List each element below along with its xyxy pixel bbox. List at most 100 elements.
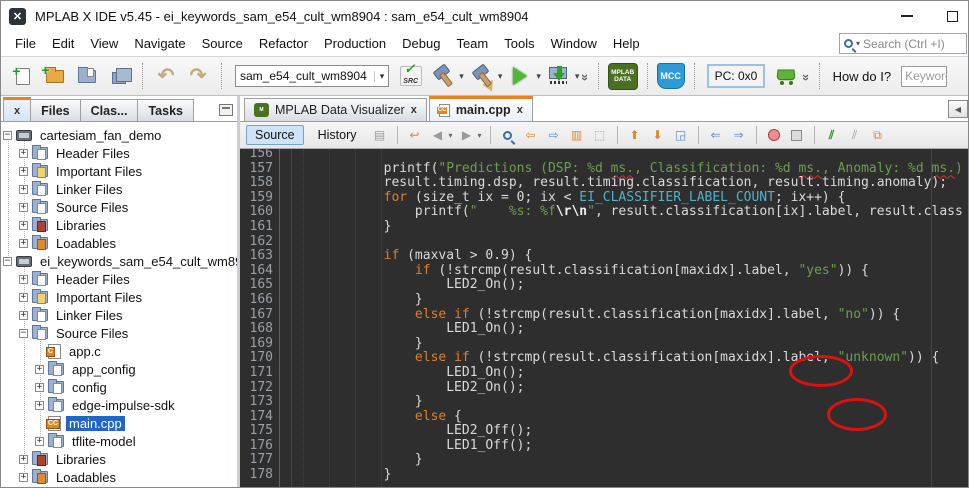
redo-button[interactable]: ↷ (184, 62, 212, 90)
start-macro-recording-icon[interactable] (765, 126, 783, 144)
tree-item-label[interactable]: app.c (66, 344, 104, 359)
next-bookmark-icon[interactable]: ⬇ (649, 126, 667, 144)
find-icon[interactable] (499, 126, 517, 144)
tree-item-cartesiam-fan-demo[interactable]: −cartesiam_fan_demo (1, 126, 237, 144)
menu-production[interactable]: Production (316, 33, 394, 54)
toggle-bookmark-icon[interactable]: ◲ (672, 126, 690, 144)
editor-tab-main-cpp[interactable]: main.cppx (429, 96, 533, 121)
tree-expander-icon[interactable]: + (19, 311, 28, 320)
tree-expander-icon[interactable]: + (35, 401, 44, 410)
tree-item-header-files[interactable]: + Header Files (1, 270, 237, 288)
tree-item-label[interactable]: Loadables (53, 236, 119, 251)
mplab-data-visualizer-badge[interactable]: MPLAB DATA (608, 63, 638, 90)
tree-item-label[interactable]: Linker Files (53, 308, 125, 323)
find-next-icon[interactable]: ⇨ (545, 126, 563, 144)
tree-item-label[interactable]: Header Files (53, 272, 133, 287)
toolbar-overflow-chevrons[interactable]: » (579, 73, 594, 78)
close-icon[interactable]: x (14, 105, 20, 117)
how-do-i-input[interactable]: Keyword (901, 66, 947, 87)
shift-left-icon[interactable]: ⇐ (707, 126, 725, 144)
comment-icon[interactable]: ⫽ (823, 126, 841, 144)
menu-view[interactable]: View (82, 33, 126, 54)
tree-expander-icon[interactable]: + (19, 221, 28, 230)
tree-item-label[interactable]: ei_keywords_sam_e54_cult_wm8904 (37, 254, 237, 269)
menu-source[interactable]: Source (194, 33, 251, 54)
tree-item-important-files[interactable]: + Important Files (1, 288, 237, 306)
code-editor[interactable]: 1561571581591601611621631641651661671681… (240, 149, 969, 488)
tab-files[interactable]: Files (30, 99, 81, 121)
glyph-gutter[interactable] (281, 149, 292, 488)
tree-item-label[interactable]: tflite-model (69, 434, 139, 449)
tree-item-label[interactable]: Important Files (53, 164, 145, 179)
tree-item-main-cpp[interactable]: +main.cpp (1, 414, 237, 432)
tree-item-tflite-model[interactable]: +tflite-model (1, 432, 237, 450)
tree-item-label[interactable]: cartesiam_fan_demo (37, 128, 164, 143)
chevron-down-icon[interactable]: ▾ (449, 131, 453, 140)
tree-expander-icon[interactable]: − (3, 257, 12, 266)
project-configuration-combobox[interactable]: sam_e54_cult_wm8904 ▾ (235, 65, 389, 87)
new-project-button[interactable]: + (41, 62, 69, 90)
line-number-gutter[interactable]: 1561571581591601611621631641651661671681… (240, 149, 280, 488)
source-check-button[interactable]: ✓SRC (397, 62, 425, 90)
tree-item-label[interactable]: Libraries (53, 452, 109, 467)
shift-right-icon[interactable]: ⇒ (730, 126, 748, 144)
minimize-button[interactable] (901, 15, 913, 17)
tree-item-label[interactable]: Header Files (53, 146, 133, 161)
menu-team[interactable]: Team (448, 33, 496, 54)
tree-item-label[interactable]: main.cpp (66, 416, 125, 431)
tree-item-app-c[interactable]: +app.c (1, 342, 237, 360)
chevron-down-icon[interactable]: ▾ (498, 71, 503, 82)
new-file-button[interactable]: + (9, 62, 37, 90)
tree-item-header-files[interactable]: + Header Files (1, 144, 237, 162)
chevron-down-icon[interactable]: ▾ (536, 71, 541, 82)
tree-item-label[interactable]: Important Files (53, 290, 145, 305)
tree-item-label[interactable]: Source Files (53, 326, 131, 341)
tree-expander-icon[interactable]: + (19, 185, 28, 194)
find-previous-icon[interactable]: ⇦ (522, 126, 540, 144)
previous-bookmark-icon[interactable]: ⬆ (626, 126, 644, 144)
chevron-down-icon[interactable]: ▾ (478, 131, 482, 140)
chevron-down-icon[interactable]: ▾ (459, 71, 464, 82)
menu-file[interactable]: File (7, 33, 44, 54)
clean-and-build-button[interactable] (468, 62, 496, 90)
menu-debug[interactable]: Debug (394, 33, 448, 54)
menu-tools[interactable]: Tools (496, 33, 542, 54)
stop-macro-recording-icon[interactable] (788, 126, 806, 144)
editor-tab-mplab-data-visualizer[interactable]: MMPLAB Data Visualizerx (244, 98, 427, 121)
history-view-button[interactable]: History (309, 125, 366, 145)
tree-expander-icon[interactable]: + (35, 365, 44, 374)
tree-expander-icon[interactable]: − (19, 329, 28, 338)
tree-item-config[interactable]: +config (1, 378, 237, 396)
mcc-badge[interactable]: MCC (657, 63, 685, 89)
tree-item-ei-keywords-sam-e54-cult-wm8904[interactable]: − ei_keywords_sam_e54_cult_wm8904 (1, 252, 237, 270)
tree-expander-icon[interactable]: + (19, 293, 28, 302)
tree-item-libraries[interactable]: +Libraries (1, 450, 237, 468)
tree-item-label[interactable]: Source Files (53, 200, 131, 215)
tree-expander-icon[interactable]: + (19, 239, 28, 248)
undo-button[interactable]: ↶ (152, 62, 180, 90)
menu-edit[interactable]: Edit (44, 33, 82, 54)
toolbar-overflow-chevrons[interactable]: » (799, 73, 814, 78)
microchip-store-button[interactable] (772, 62, 800, 90)
menu-help[interactable]: Help (605, 33, 648, 54)
tab-projects[interactable]: x (3, 97, 31, 121)
tree-item-label[interactable]: Linker Files (53, 182, 125, 197)
tree-expander-icon[interactable]: + (19, 275, 28, 284)
tree-item-linker-files[interactable]: + Linker Files (1, 306, 237, 324)
toggle-header-source-icon[interactable]: ⧉ (869, 126, 887, 144)
tree-item-edge-impulse-sdk[interactable]: + edge-impulse-sdk (1, 396, 237, 414)
tree-expander-icon[interactable]: + (19, 149, 28, 158)
last-edit-location-icon[interactable]: ↩ (406, 126, 424, 144)
back-icon[interactable]: ◀ (429, 126, 447, 144)
tree-item-label[interactable]: config (69, 380, 110, 395)
rectangular-selection-icon[interactable]: ⬚ (591, 126, 609, 144)
run-project-button[interactable] (506, 62, 534, 90)
tab-scroll-left-button[interactable]: ◀ (948, 100, 968, 118)
tree-item-label[interactable]: edge-impulse-sdk (69, 398, 178, 413)
maximize-button[interactable] (947, 11, 958, 22)
tree-item-label[interactable]: Libraries (53, 218, 109, 233)
tree-item-loadables[interactable]: +Loadables (1, 468, 237, 486)
tree-expander-icon[interactable]: + (19, 167, 28, 176)
tab-tasks[interactable]: Tasks (137, 99, 194, 121)
close-icon[interactable]: x (517, 104, 523, 116)
